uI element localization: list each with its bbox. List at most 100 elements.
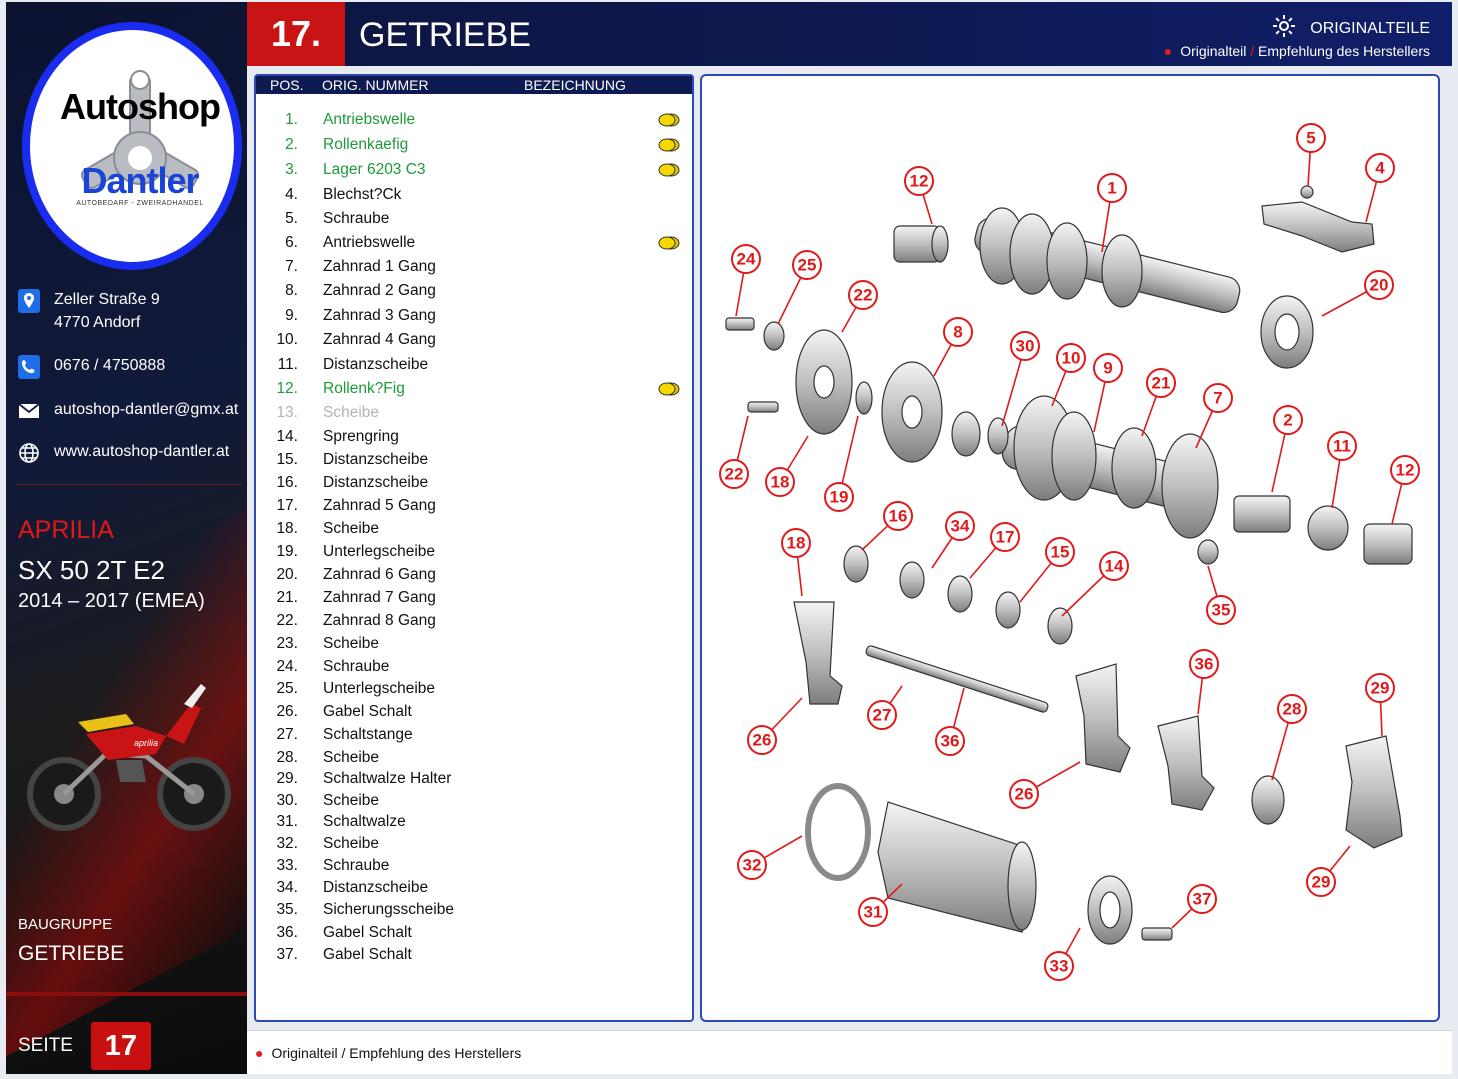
callout-21[interactable]: 21 xyxy=(1146,368,1176,398)
parts-row[interactable]: 22. Zahnrad 8 Gang xyxy=(256,612,692,634)
part-gear-22[interactable] xyxy=(795,329,853,435)
parts-row[interactable]: 33. Schraube xyxy=(256,857,692,879)
parts-row[interactable]: 37. Gabel Schalt xyxy=(256,946,692,968)
part-shift-rod[interactable] xyxy=(865,645,1049,713)
parts-row[interactable]: 15. Distanzscheibe xyxy=(256,451,692,473)
callout-24[interactable]: 24 xyxy=(731,244,761,274)
callout-16[interactable]: 16 xyxy=(883,501,913,531)
parts-row[interactable]: 32. Scheibe xyxy=(256,835,692,857)
parts-row[interactable]: 23. Scheibe xyxy=(256,635,692,657)
parts-row[interactable]: 31. Schaltwalze xyxy=(256,813,692,835)
callout-10[interactable]: 10 xyxy=(1056,343,1086,373)
parts-row[interactable]: 17. Zahnrad 5 Gang xyxy=(256,497,692,519)
parts-row[interactable]: 1. Antriebswelle xyxy=(256,111,692,133)
part-shims[interactable] xyxy=(843,545,1073,645)
callout-9[interactable]: 9 xyxy=(1093,353,1123,383)
contact-website[interactable]: www.autoshop-dantler.at xyxy=(16,440,229,466)
callout-29[interactable]: 29 xyxy=(1365,673,1395,703)
parts-row[interactable]: 14. Sprengring xyxy=(256,428,692,450)
parts-row[interactable]: 26. Gabel Schalt xyxy=(256,703,692,725)
callout-36[interactable]: 36 xyxy=(935,726,965,756)
part-screw-5[interactable] xyxy=(1300,185,1314,199)
callout-33[interactable]: 33 xyxy=(1044,951,1074,981)
callout-18[interactable]: 18 xyxy=(765,467,795,497)
part-washer-30[interactable] xyxy=(951,411,1009,457)
callout-29[interactable]: 29 xyxy=(1306,867,1336,897)
parts-row[interactable]: 28. Scheibe xyxy=(256,749,692,771)
callout-28[interactable]: 28 xyxy=(1277,694,1307,724)
part-screw-37[interactable] xyxy=(1141,927,1173,941)
part-screw-24[interactable] xyxy=(725,317,755,331)
callout-32[interactable]: 32 xyxy=(737,850,767,880)
part-gear-8[interactable] xyxy=(881,361,943,463)
callout-36[interactable]: 36 xyxy=(1189,649,1219,679)
shop-logo[interactable]: Autoshop Dantler AUTOBEDARF - ZWEIRADHAN… xyxy=(22,22,242,270)
callout-34[interactable]: 34 xyxy=(945,511,975,541)
part-bearing-12b[interactable] xyxy=(1363,523,1413,565)
part-fork-18[interactable] xyxy=(793,601,843,705)
parts-row[interactable]: 19. Unterlegscheibe xyxy=(256,543,692,565)
parts-row[interactable]: 27. Schaltstange xyxy=(256,726,692,748)
parts-row[interactable]: 4. Blechst?Ck xyxy=(256,186,692,208)
parts-row[interactable]: 10. Zahnrad 4 Gang xyxy=(256,331,692,353)
part-bearing-20[interactable] xyxy=(1260,295,1314,369)
callout-5[interactable]: 5 xyxy=(1296,123,1326,153)
callout-2[interactable]: 2 xyxy=(1273,405,1303,435)
part-countershaft[interactable] xyxy=(999,395,1219,539)
callout-11[interactable]: 11 xyxy=(1327,431,1357,461)
callout-4[interactable]: 4 xyxy=(1365,153,1395,183)
parts-row[interactable]: 18. Scheibe xyxy=(256,520,692,542)
parts-row[interactable]: 9. Zahnrad 3 Gang xyxy=(256,307,692,329)
part-fork-26[interactable] xyxy=(1075,663,1131,773)
parts-row[interactable]: 21. Zahnrad 7 Gang xyxy=(256,589,692,611)
callout-12[interactable]: 12 xyxy=(1390,455,1420,485)
parts-row[interactable]: 30. Scheibe xyxy=(256,792,692,814)
callout-20[interactable]: 20 xyxy=(1364,270,1394,300)
callout-12[interactable]: 12 xyxy=(904,166,934,196)
callout-26[interactable]: 26 xyxy=(1009,779,1039,809)
parts-row[interactable]: 5. Schraube xyxy=(256,210,692,232)
callout-1[interactable]: 1 xyxy=(1097,173,1127,203)
parts-row[interactable]: 29. Schaltwalze Halter xyxy=(256,770,692,792)
contact-phone[interactable]: 0676 / 4750888 xyxy=(16,354,165,380)
callout-30[interactable]: 30 xyxy=(1010,331,1040,361)
parts-row[interactable]: 16. Distanzscheibe xyxy=(256,474,692,496)
callout-15[interactable]: 15 xyxy=(1045,537,1075,567)
parts-row[interactable]: 3. Lager 6203 C3 xyxy=(256,161,692,183)
part-washer-25[interactable] xyxy=(763,321,785,351)
parts-row[interactable]: 13. Scheibe xyxy=(256,404,692,426)
parts-row[interactable]: 24. Schraube xyxy=(256,658,692,680)
parts-row[interactable]: 34. Distanzscheibe xyxy=(256,879,692,901)
callout-19[interactable]: 19 xyxy=(824,482,854,512)
callout-25[interactable]: 25 xyxy=(792,250,822,280)
callout-26[interactable]: 26 xyxy=(747,725,777,755)
part-fork-29[interactable] xyxy=(1345,735,1403,849)
part-drum-31[interactable] xyxy=(877,801,1037,933)
parts-row[interactable]: 35. Sicherungsscheibe xyxy=(256,901,692,923)
part-mainshaft[interactable] xyxy=(972,207,1243,315)
part-washer-35[interactable] xyxy=(1197,539,1219,565)
callout-22[interactable]: 22 xyxy=(848,280,878,310)
contact-email[interactable]: autoshop-dantler@gmx.at xyxy=(16,398,238,424)
callout-8[interactable]: 8 xyxy=(943,317,973,347)
callout-37[interactable]: 37 xyxy=(1187,884,1217,914)
callout-17[interactable]: 17 xyxy=(990,522,1020,552)
parts-row[interactable]: 11. Distanzscheibe xyxy=(256,356,692,378)
part-fork-36[interactable] xyxy=(1157,715,1215,811)
part-seal-33[interactable] xyxy=(1087,875,1133,945)
part-needle-2[interactable] xyxy=(1233,495,1291,533)
parts-row[interactable]: 2. Rollenkaefig xyxy=(256,136,692,158)
part-ring-32[interactable] xyxy=(805,783,871,881)
callout-27[interactable]: 27 xyxy=(867,700,897,730)
part-washer-28[interactable] xyxy=(1251,775,1285,825)
parts-row[interactable]: 12. Rollenk?Fig xyxy=(256,380,692,402)
callout-14[interactable]: 14 xyxy=(1099,551,1129,581)
part-washer-19[interactable] xyxy=(855,381,873,415)
parts-row[interactable]: 8. Zahnrad 2 Gang xyxy=(256,282,692,304)
callout-18[interactable]: 18 xyxy=(781,528,811,558)
callout-35[interactable]: 35 xyxy=(1206,595,1236,625)
callout-31[interactable]: 31 xyxy=(858,897,888,927)
parts-row[interactable]: 36. Gabel Schalt xyxy=(256,924,692,946)
part-screw-22[interactable] xyxy=(747,401,779,413)
parts-row[interactable]: 25. Unterlegscheibe xyxy=(256,680,692,702)
